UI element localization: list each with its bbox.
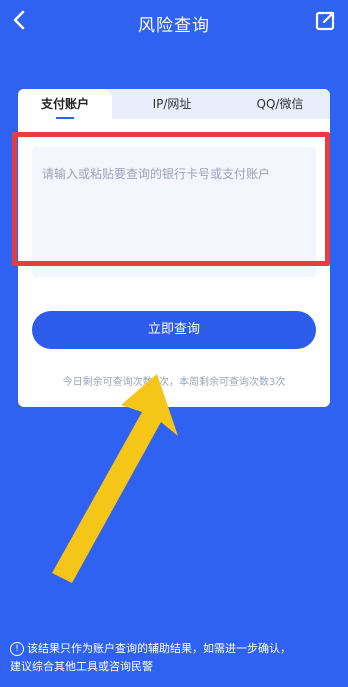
footer-text-2: 建议综合其他工具或咨询民警: [10, 660, 153, 673]
footer-text-1: 该结果只作为账户查询的辅助结果，如需进一步确认，: [27, 642, 291, 655]
tab-bar: 支付账户 IP/网址 QQ/微信: [18, 89, 330, 119]
footer-note: ! 该结果只作为账户查询的辅助结果，如需进一步确认， 建议综合其他工具或咨询民警: [10, 640, 340, 676]
tab-qq-wechat[interactable]: QQ/微信: [230, 89, 330, 119]
footer-line-1: ! 该结果只作为账户查询的辅助结果，如需进一步确认，: [10, 640, 340, 658]
share-external-icon[interactable]: [314, 10, 336, 32]
quota-note: 今日剩余可查询次数1次，本周剩余可查询次数3次: [62, 377, 286, 388]
tab-ip-url[interactable]: IP/网址: [122, 89, 222, 119]
page-title: 风险查询: [138, 16, 210, 36]
active-tab-indicator: [56, 117, 74, 119]
tab-payment-account[interactable]: 支付账户: [18, 89, 112, 119]
input-highlight-box: [12, 132, 330, 266]
header: 风险查询: [0, 0, 348, 44]
query-button[interactable]: 立即查询: [32, 311, 316, 349]
info-circle-icon: !: [10, 642, 24, 656]
